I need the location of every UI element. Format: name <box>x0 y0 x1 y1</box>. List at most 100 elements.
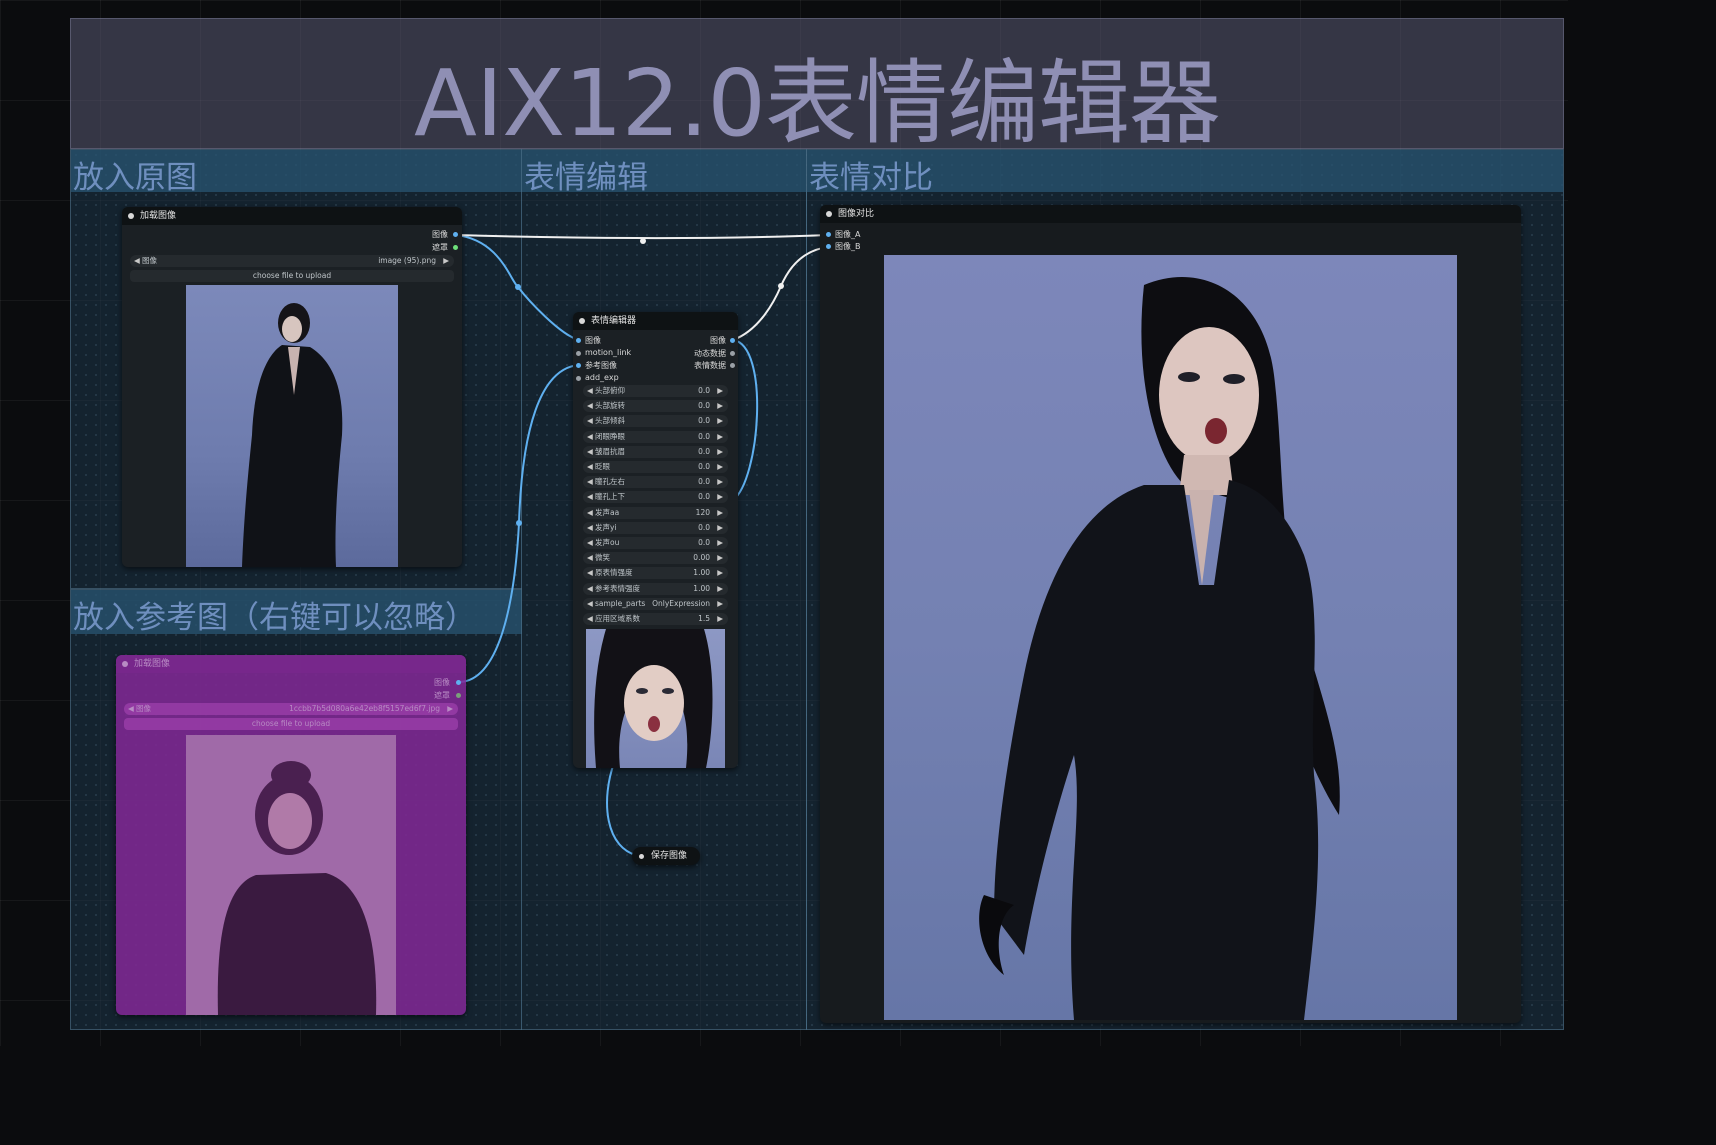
input-image-b-port[interactable]: 图像_B <box>835 241 861 252</box>
input-add-exp-port[interactable]: add_exp <box>585 373 619 382</box>
image-compare-header[interactable]: 图像对比 <box>820 205 1521 223</box>
param-widget[interactable]: ◀ sample_parts OnlyExpression ▶ <box>583 597 728 610</box>
decrement-arrow-icon[interactable]: ◀ <box>587 507 593 519</box>
save-image-title: 保存图像 <box>651 851 688 861</box>
input-image-b-dot[interactable] <box>826 244 831 249</box>
increment-arrow-icon[interactable]: ▶ <box>717 613 723 625</box>
increment-arrow-icon[interactable]: ▶ <box>717 446 723 458</box>
increment-arrow-icon[interactable]: ▶ <box>717 598 723 610</box>
save-image-node[interactable]: 保存图像 <box>632 847 700 865</box>
param-widget[interactable]: ◀ 发声aa 120 ▶ <box>583 506 728 519</box>
increment-arrow-icon[interactable]: ▶ <box>717 461 723 473</box>
increment-arrow-icon[interactable]: ▶ <box>717 507 723 519</box>
decrement-arrow-icon[interactable]: ◀ <box>587 476 593 488</box>
decrement-arrow-icon[interactable]: ◀ <box>587 567 593 579</box>
expression-editor-node[interactable]: 表情编辑器 图像 motion_link 参考图像 add_exp 图像 动态数… <box>573 312 738 768</box>
input-image-dot[interactable] <box>576 338 581 343</box>
load-image-node[interactable]: 加载图像 图像 遮罩 ◀ 图像 image (95).png ▶ choose … <box>122 207 462 567</box>
increment-arrow-icon[interactable]: ▶ <box>717 476 723 488</box>
output-image-dot[interactable] <box>453 232 458 237</box>
input-image-a-port[interactable]: 图像_A <box>835 229 860 240</box>
output-motion-data-dot[interactable] <box>730 351 735 356</box>
output-expression-data-dot[interactable] <box>730 363 735 368</box>
reference-node-header[interactable]: 加载图像 <box>116 655 466 673</box>
increment-arrow-icon[interactable]: ▶ <box>717 400 723 412</box>
decrement-arrow-icon[interactable]: ◀ <box>587 446 593 458</box>
decrement-arrow-icon[interactable]: ◀ <box>587 552 593 564</box>
ref-upload-button[interactable]: choose file to upload <box>124 718 458 730</box>
param-value: 0.0 <box>698 386 710 395</box>
increment-arrow-icon[interactable]: ▶ <box>717 552 723 564</box>
param-widget[interactable]: ◀ 瞳孔上下 0.0 ▶ <box>583 491 728 504</box>
input-ref-image-port[interactable]: 参考图像 <box>585 360 617 371</box>
compare-image-preview[interactable] <box>884 255 1457 1020</box>
expression-editor-title: 表情编辑器 <box>591 316 637 326</box>
title-banner-text: AIX12.0表情编辑器 <box>414 50 1221 157</box>
output-expression-data-port[interactable]: 表情数据 <box>694 360 726 371</box>
decrement-arrow-icon[interactable]: ◀ <box>587 431 593 443</box>
save-image-dot[interactable] <box>639 854 644 859</box>
expression-editor-header[interactable]: 表情编辑器 <box>573 312 738 330</box>
node-canvas[interactable]: AIX12.0表情编辑器 放入原图 放入参考图（右键可以忽略） 表情编辑 表情对… <box>0 0 1568 1046</box>
increment-arrow-icon[interactable]: ▶ <box>717 522 723 534</box>
param-widget[interactable]: ◀ 参考表情强度 1.00 ▶ <box>583 582 728 595</box>
ref-output-image-port[interactable]: 图像 <box>434 677 450 688</box>
increment-arrow-icon[interactable]: ▶ <box>717 583 723 595</box>
output-image-port[interactable]: 图像 <box>710 335 726 346</box>
input-image-port[interactable]: 图像 <box>585 335 601 346</box>
decrement-arrow-icon[interactable]: ◀ <box>587 400 593 412</box>
param-widget[interactable]: ◀ 头部旋转 0.0 ▶ <box>583 400 728 413</box>
input-add-exp-dot[interactable] <box>576 376 581 381</box>
decrement-arrow-icon[interactable]: ◀ <box>587 522 593 534</box>
param-value: 1.5 <box>698 614 710 623</box>
increment-arrow-icon[interactable]: ▶ <box>717 385 723 397</box>
increment-arrow-icon[interactable]: ▶ <box>717 491 723 503</box>
input-image-a-dot[interactable] <box>826 232 831 237</box>
image-select-widget[interactable]: ◀ 图像 image (95).png ▶ <box>130 255 454 267</box>
output-image-dot[interactable] <box>730 338 735 343</box>
param-widget[interactable]: ◀ 原表情强度 1.00 ▶ <box>583 567 728 580</box>
decrement-arrow-icon[interactable]: ◀ <box>587 583 593 595</box>
input-motion-link-dot[interactable] <box>576 351 581 356</box>
param-value: 0.0 <box>698 477 710 487</box>
param-label: 闭眼睁眼 <box>595 431 625 441</box>
param-value: 0.0 <box>698 446 710 456</box>
output-motion-data-port[interactable]: 动态数据 <box>694 348 726 359</box>
reference-load-image-node[interactable]: 加载图像 图像 遮罩 ◀ 图像 1ccbb7b5d080a6e42eb8f515… <box>116 655 466 1015</box>
ref-image-select-widget[interactable]: ◀ 图像 1ccbb7b5d080a6e42eb8f5157ed6f7.jpg … <box>124 703 458 715</box>
increment-arrow-icon[interactable]: ▶ <box>717 415 723 427</box>
param-widget[interactable]: ◀ 发声ou 0.0 ▶ <box>583 537 728 549</box>
decrement-arrow-icon[interactable]: ◀ <box>587 491 593 503</box>
param-widget[interactable]: ◀ 发声yi 0.0 ▶ <box>583 521 728 534</box>
input-ref-image-label: 参考图像 <box>585 361 617 370</box>
param-widget[interactable]: ◀ 头部倾斜 0.0 ▶ <box>583 415 728 428</box>
input-motion-link-port[interactable]: motion_link <box>585 348 631 357</box>
ref-output-image-dot[interactable] <box>456 680 461 685</box>
decrement-arrow-icon[interactable]: ◀ <box>587 537 593 549</box>
param-widget[interactable]: ◀ 皱眉抗眉 0.0 ▶ <box>583 445 728 458</box>
param-widget[interactable]: ◀ 闭眼睁眼 0.0 ▶ <box>583 430 728 443</box>
ref-output-mask-dot[interactable] <box>456 693 461 698</box>
output-mask-dot[interactable] <box>453 245 458 250</box>
load-image-node-header[interactable]: 加载图像 <box>122 207 462 225</box>
increment-arrow-icon[interactable]: ▶ <box>717 567 723 579</box>
increment-arrow-icon[interactable]: ▶ <box>717 537 723 549</box>
decrement-arrow-icon[interactable]: ◀ <box>587 415 593 427</box>
output-image-port[interactable]: 图像 <box>432 229 448 240</box>
input-ref-image-dot[interactable] <box>576 363 581 368</box>
param-widget[interactable]: ◀ 瞳孔左右 0.0 ▶ <box>583 476 728 489</box>
decrement-arrow-icon[interactable]: ◀ <box>587 613 593 625</box>
decrement-arrow-icon[interactable]: ◀ <box>587 598 593 610</box>
param-widget[interactable]: ◀ 微笑 0.00 ▶ <box>583 552 728 565</box>
increment-arrow-icon[interactable]: ▶ <box>717 431 723 443</box>
reference-image-preview <box>186 735 396 1015</box>
param-widget[interactable]: ◀ 眨眼 0.0 ▶ <box>583 461 728 473</box>
decrement-arrow-icon[interactable]: ◀ <box>587 385 593 397</box>
ref-output-mask-port[interactable]: 遮罩 <box>434 690 450 701</box>
decrement-arrow-icon[interactable]: ◀ <box>587 461 593 473</box>
param-widget[interactable]: ◀ 应用区域系数 1.5 ▶ <box>583 613 728 625</box>
param-widget[interactable]: ◀ 头部俯仰 0.0 ▶ <box>583 385 728 397</box>
output-mask-port[interactable]: 遮罩 <box>432 242 448 253</box>
upload-button[interactable]: choose file to upload <box>130 270 454 282</box>
image-compare-node[interactable]: 图像对比 图像_A 图像_B <box>820 205 1521 1023</box>
